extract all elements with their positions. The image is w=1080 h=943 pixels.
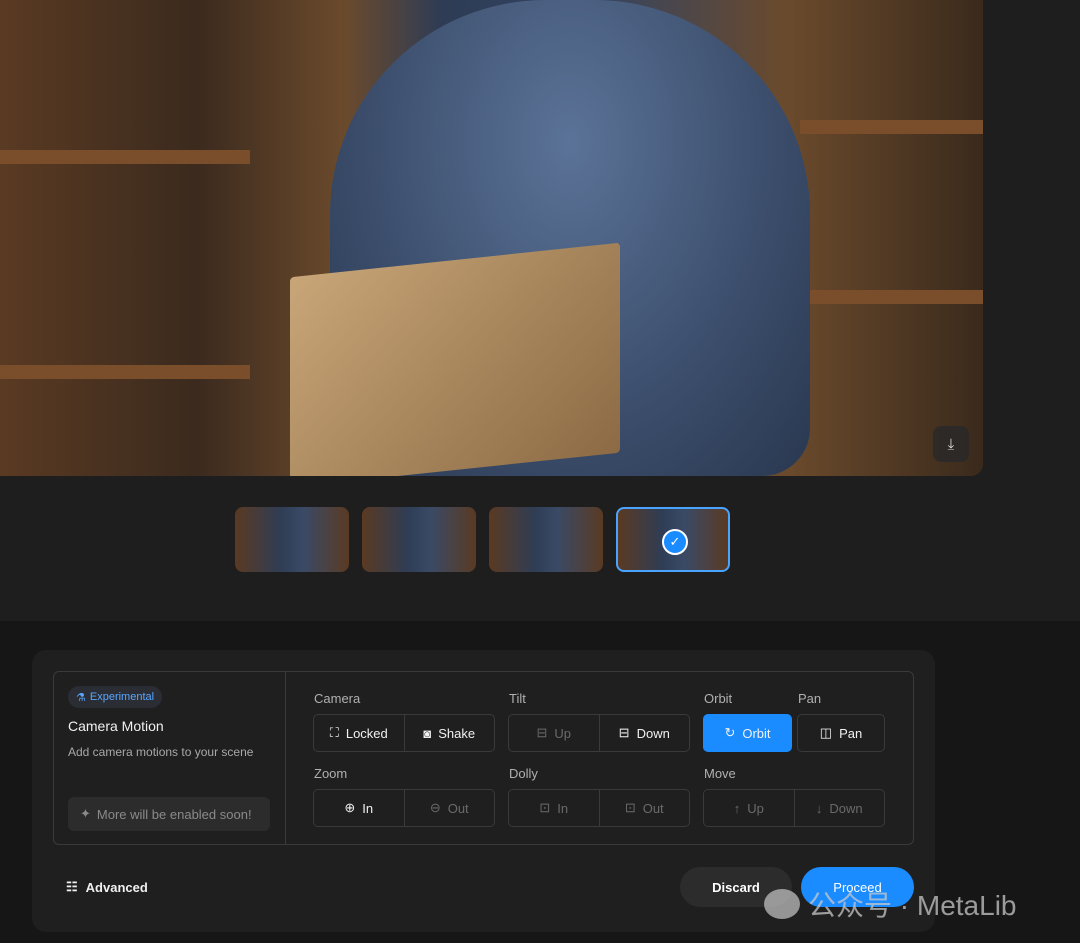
- move-down-button[interactable]: ↓ Down: [795, 790, 885, 826]
- thumbnail-4-selected[interactable]: ✓: [616, 507, 730, 572]
- thumbnail-1[interactable]: [235, 507, 349, 572]
- move-group: ↑ Up ↓ Down: [703, 789, 885, 827]
- orbit-group: ↻ Orbit: [703, 714, 792, 752]
- thumbnail-3[interactable]: [489, 507, 603, 572]
- frame-corners-icon: ⛶: [329, 725, 339, 740]
- orbit-button[interactable]: ↻ Orbit: [704, 715, 791, 751]
- arrow-up-icon: ↑: [733, 800, 741, 816]
- sliders-icon: ☷: [66, 879, 78, 894]
- dolly-out-icon: ⊡: [624, 800, 636, 815]
- tilt-group: ⊟ Up ⊟ Down: [508, 714, 690, 752]
- tilt-up-icon: ⊟: [536, 725, 548, 740]
- sparkle-icon: ✦: [80, 806, 91, 821]
- dolly-label: Dolly: [509, 766, 538, 781]
- pan-button[interactable]: ◫ Pan: [798, 715, 884, 751]
- tilt-down-icon: ⊟: [618, 725, 630, 740]
- advanced-button[interactable]: ☷ Advanced: [66, 879, 148, 895]
- pan-group: ◫ Pan: [797, 714, 885, 752]
- panel-subtitle: Add camera motions to your scene: [68, 745, 254, 759]
- tilt-up-button[interactable]: ⊟ Up: [509, 715, 600, 751]
- thumbnail-2[interactable]: [362, 507, 476, 572]
- camera-shake-icon: ◙: [423, 725, 432, 741]
- orbit-label: Orbit: [704, 691, 733, 706]
- camera-group: ⛶ Locked ◙ Shake: [313, 714, 495, 752]
- dolly-in-icon: ⊡: [539, 800, 551, 815]
- camera-shake-button[interactable]: ◙ Shake: [405, 715, 495, 751]
- zoom-in-button[interactable]: ⊕ In: [314, 790, 405, 826]
- download-icon: ⤓: [947, 435, 955, 453]
- orbit-icon: ↻: [724, 725, 736, 740]
- check-icon: ✓: [662, 529, 688, 555]
- zoom-label: Zoom: [314, 766, 348, 781]
- flask-icon: ⚗: [76, 691, 86, 704]
- download-button[interactable]: ⤓: [933, 426, 969, 462]
- zoom-group: ⊕ In ⊖ Out: [313, 789, 495, 827]
- move-up-button[interactable]: ↑ Up: [704, 790, 795, 826]
- zoom-out-button[interactable]: ⊖ Out: [405, 790, 495, 826]
- camera-locked-button[interactable]: ⛶ Locked: [314, 715, 405, 751]
- dolly-out-button[interactable]: ⊡ Out: [600, 790, 690, 826]
- more-soon-notice: ✦ More will be enabled soon!: [68, 797, 270, 831]
- pan-icon: ◫: [819, 725, 833, 740]
- arrow-down-icon: ↓: [815, 800, 823, 816]
- tilt-down-button[interactable]: ⊟ Down: [600, 715, 690, 751]
- zoom-in-icon: ⊕: [344, 800, 356, 815]
- move-label: Move: [704, 766, 736, 781]
- experimental-badge: ⚗ Experimental: [68, 686, 163, 708]
- preview-area: ⤓ ✓: [0, 0, 1080, 621]
- dolly-in-button[interactable]: ⊡ In: [509, 790, 600, 826]
- dolly-group: ⊡ In ⊡ Out: [508, 789, 690, 827]
- tilt-label: Tilt: [509, 691, 526, 706]
- watermark: 公众号 · MetaLib: [764, 884, 1017, 924]
- pan-label: Pan: [798, 691, 822, 706]
- zoom-out-icon: ⊖: [429, 800, 441, 815]
- camera-label: Camera: [314, 691, 361, 706]
- wechat-icon: [764, 889, 800, 919]
- generated-image: ⤓: [0, 0, 983, 476]
- panel-title: Camera Motion: [68, 718, 164, 734]
